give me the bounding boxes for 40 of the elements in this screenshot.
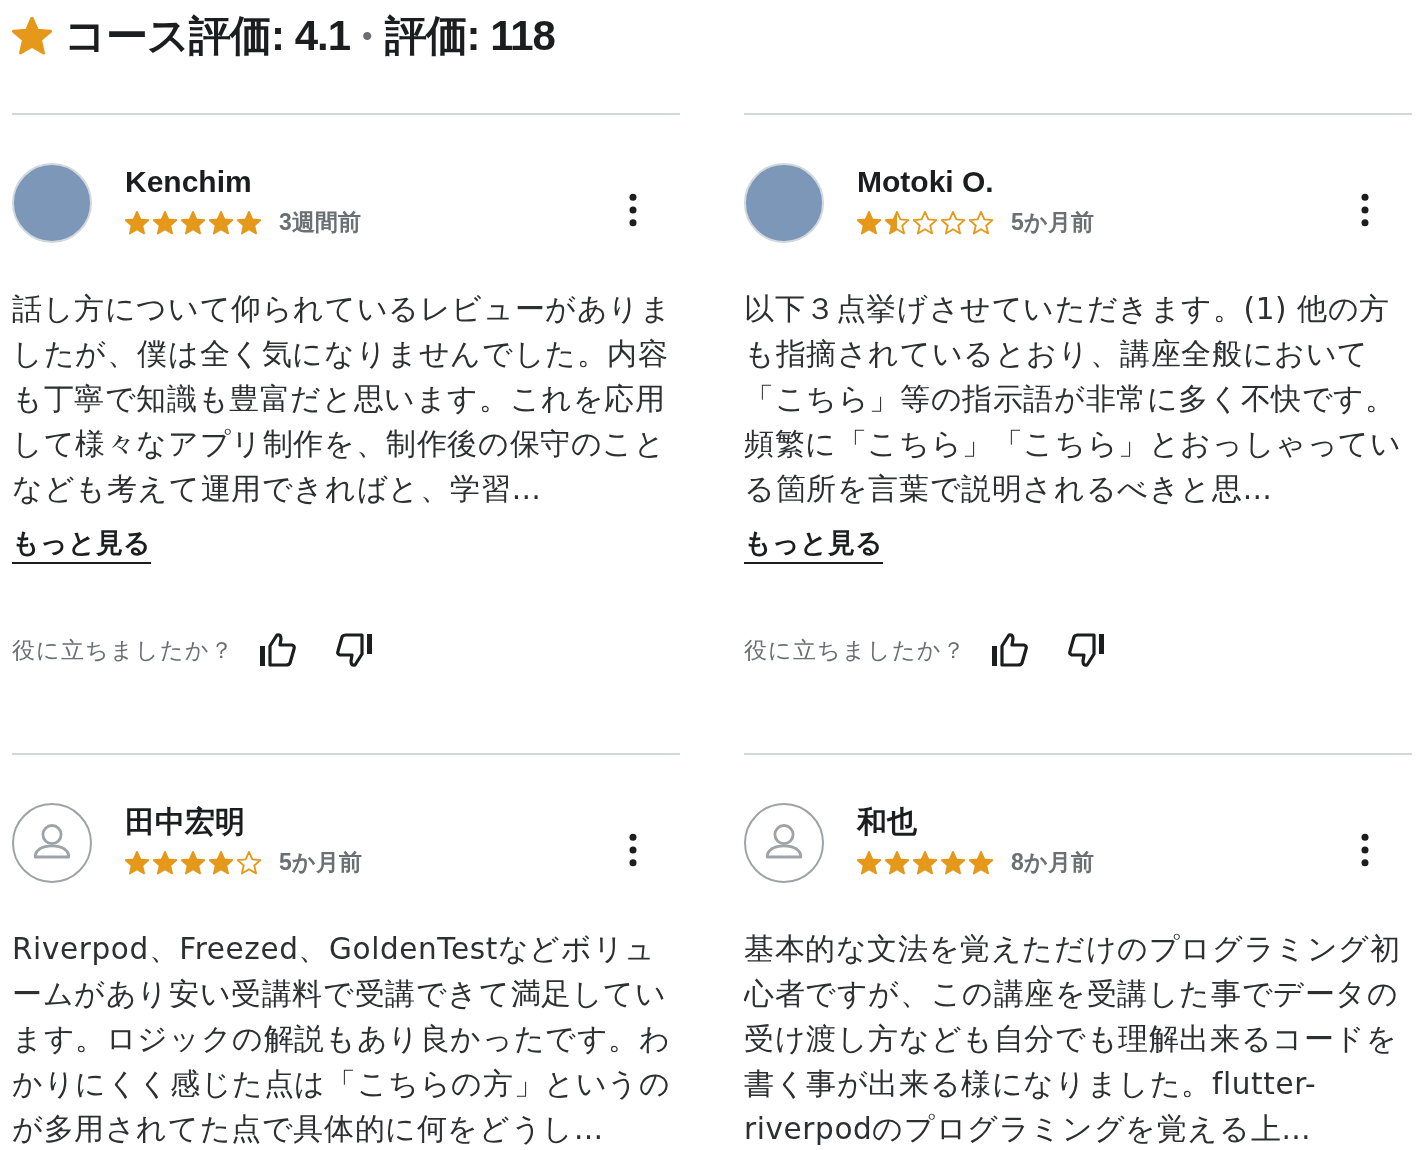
reviewer-name: 和也: [857, 804, 918, 840]
review-date: 5か月前: [1011, 208, 1094, 237]
review-date: 5か月前: [279, 848, 362, 877]
show-more-link[interactable]: もっと見る: [744, 526, 883, 564]
star-icon: [885, 210, 909, 235]
reviewer-name: Motoki O.: [857, 164, 995, 200]
star-icon: [941, 210, 965, 235]
review-text: 話し方について仰られているレビューがありましたが、僕は全く気になりませんでした。内容も丁寧で知識も豊富だと思います。これを応用して様々なアプリ制作を、制作後の保守のことなども考えて運用できればと、学習…: [12, 291, 672, 508]
star-icon: [125, 210, 149, 235]
star-icon: [181, 210, 205, 235]
star-icon: [125, 850, 149, 875]
star-icon: [237, 210, 261, 235]
star-icon: [885, 850, 909, 875]
star-icon: [941, 850, 965, 875]
review-text: 以下３点挙げさせていただきます。(1) 他の方も指摘されているとおり、講座全般において「こちら」等の指示語が非常に多く不快です。頻繁に「こちら」「こちら」とおっしゃっている箇所を言葉で説明されるべきと思…: [744, 291, 1403, 508]
course-rating: コース評価: 4.1: [64, 11, 351, 61]
star-icon: [209, 850, 233, 875]
review-text: 基本的な文法を覚えただけのプログラミング初心者ですが、この講座を受講した事でデータの受け渡し方なども自分でも理解出来るコードを書く事が出来る様になりました。flutter-riverpodのプログラミングを覚える上…: [744, 931, 1402, 1148]
helpful-question: 役に立ちましたか？: [744, 635, 966, 665]
star-icon: [969, 210, 993, 235]
star-icon: [153, 850, 177, 875]
rating-count: 評価: 118: [384, 11, 555, 61]
review-date: 3週間前: [279, 208, 361, 237]
star-icon: [857, 210, 881, 235]
star-icon: [913, 210, 937, 235]
review-date: 8か月前: [1011, 848, 1094, 877]
review-text: Riverpod、Freezed、GoldenTestなどボリュームがあり安い受講料で受講できて満足しています。ロジックの解説もあり良かったです。わかりにくく感じた点は「こちらの方」というのが多用されてた点で具体的に何をどうし…: [12, 931, 672, 1148]
star-icon: [153, 210, 177, 235]
reviewer-name: 田中宏明: [125, 804, 246, 840]
star-icon: [857, 850, 881, 875]
star-icon: [913, 850, 937, 875]
star-icon: [237, 850, 261, 875]
show-more-link[interactable]: もっと見る: [12, 526, 151, 564]
star-icon: [209, 210, 233, 235]
separator-dot: •: [362, 19, 373, 53]
star-icon: [12, 17, 52, 55]
star-icon: [969, 850, 993, 875]
star-icon: [181, 850, 205, 875]
reviewer-name: Kenchim: [125, 164, 253, 200]
helpful-question: 役に立ちましたか？: [12, 635, 234, 665]
